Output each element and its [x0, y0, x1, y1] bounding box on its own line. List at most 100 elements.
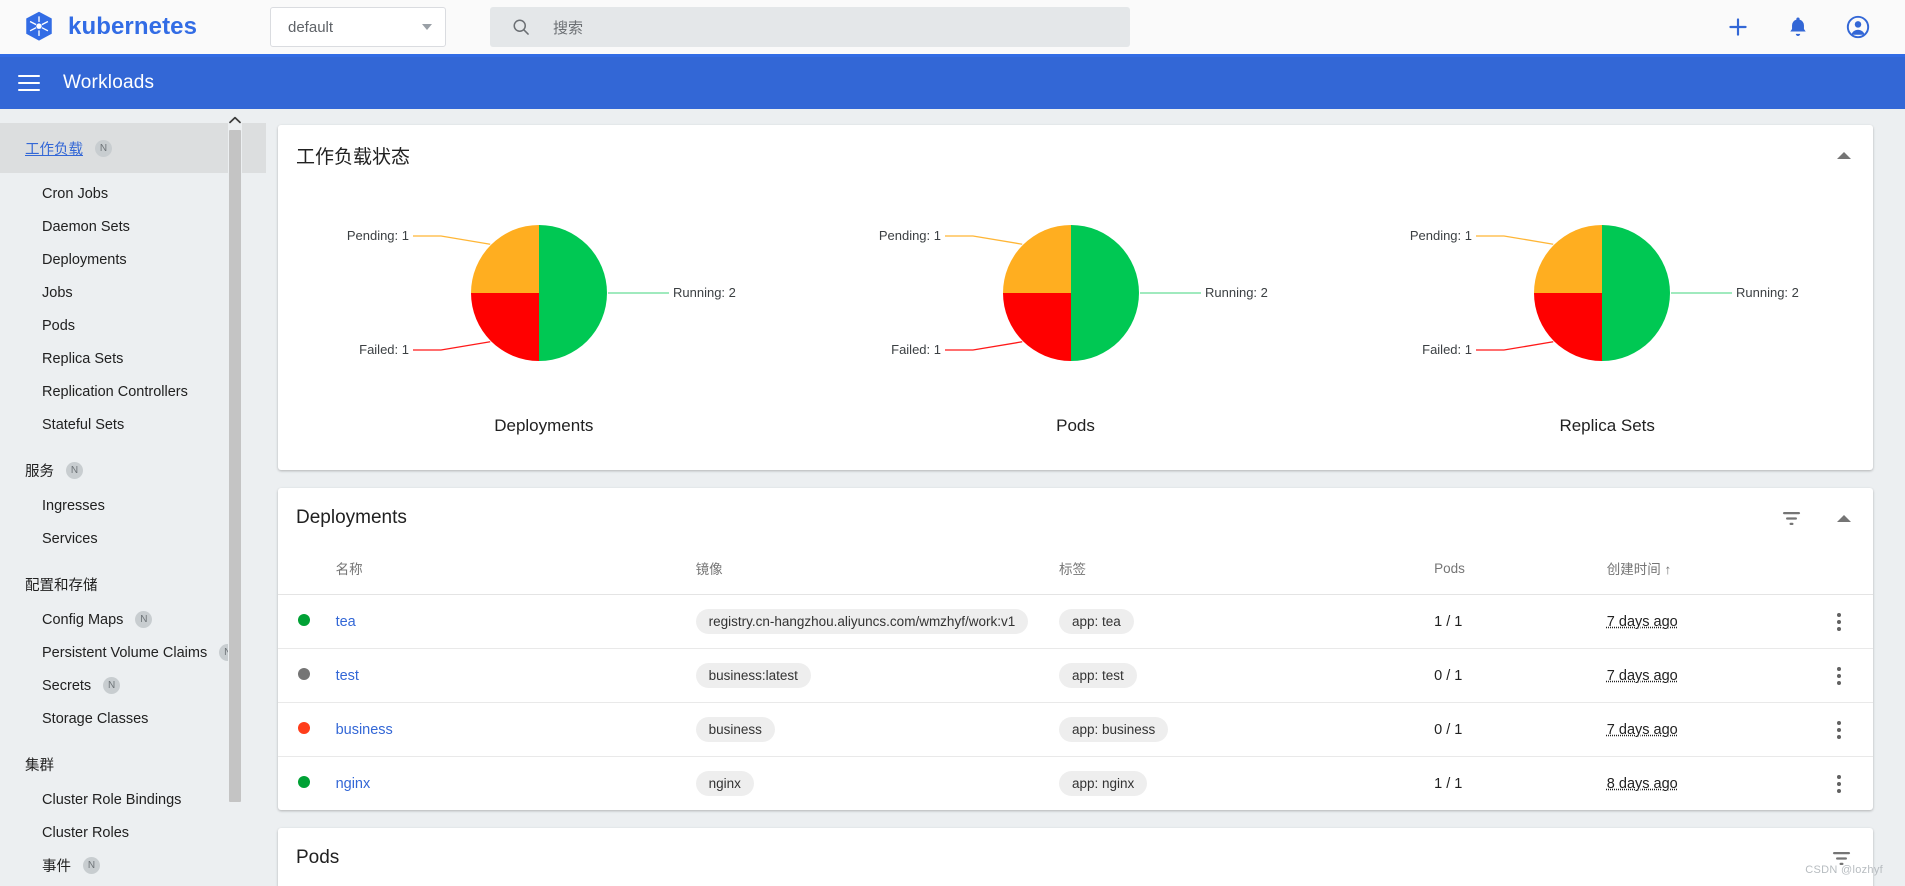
- sidebar-item-2[interactable]: Daemon Sets: [0, 210, 266, 243]
- pie-chart-title: Pods: [1056, 416, 1095, 435]
- hamburger-menu-icon[interactable]: [18, 75, 40, 91]
- brand-logo-area[interactable]: kubernetes: [0, 10, 255, 44]
- pie-slice-running[interactable]: [1070, 225, 1139, 361]
- deployment-name-link[interactable]: business: [336, 722, 393, 738]
- sidebar-item-4[interactable]: Jobs: [0, 276, 266, 309]
- pie-label-pending: Pending: 1: [878, 228, 940, 243]
- search-input[interactable]: 搜索: [553, 17, 583, 38]
- column-status: [278, 548, 336, 595]
- row-name-cell: tea: [335, 594, 696, 649]
- pie-slice-pending[interactable]: [1534, 225, 1603, 293]
- image-chip: business: [695, 717, 775, 742]
- row-overflow-menu-icon[interactable]: [1804, 720, 1873, 739]
- bell-icon[interactable]: [1785, 14, 1811, 40]
- sidebar-item-9[interactable]: 服务 N: [0, 451, 266, 489]
- sidebar-item-6[interactable]: Replica Sets: [0, 342, 266, 375]
- page-title: Workloads: [63, 72, 155, 93]
- deployment-name-link[interactable]: tea: [336, 614, 356, 630]
- row-labels-cell: app: test: [1059, 648, 1435, 703]
- filter-icon[interactable]: [1782, 511, 1801, 526]
- sidebar-scrollbar-thumb[interactable]: [229, 130, 241, 802]
- chevron-up-icon[interactable]: [1837, 514, 1851, 522]
- search-bar[interactable]: 搜索: [490, 7, 1130, 47]
- main-content: 工作负载状态 Running: 2 Pending: 1 Failed: 1 Depl…: [266, 109, 1905, 886]
- sidebar-item-11[interactable]: Services: [0, 522, 266, 555]
- sidebar-item-label: 服务: [25, 463, 54, 480]
- row-pods-cell: 1 / 1: [1434, 594, 1607, 649]
- sidebar-item-badge: N: [66, 461, 83, 479]
- table-row[interactable]: nginx nginx app: nginx 1 / 1 8 days ago: [278, 757, 1873, 811]
- pie-slice-failed[interactable]: [1534, 293, 1603, 361]
- sidebar-item-badge: N: [95, 139, 112, 157]
- chevron-up-icon[interactable]: [1837, 151, 1851, 159]
- column-image[interactable]: 镜像: [695, 548, 1059, 595]
- pie-slice-pending[interactable]: [470, 225, 539, 293]
- column-labels[interactable]: 标签: [1059, 548, 1435, 595]
- sidebar-item-0[interactable]: 工作负载 N: [0, 123, 266, 173]
- row-status-cell: [278, 648, 336, 703]
- row-overflow-menu-icon[interactable]: [1804, 666, 1873, 685]
- sidebar-item-13[interactable]: Config Maps N: [0, 603, 266, 636]
- sidebar-scroll-up-button[interactable]: [228, 113, 242, 127]
- table-row[interactable]: business business app: business 0 / 17 days…: [278, 702, 1873, 757]
- table-row[interactable]: tea registry.cn-hangzhou.aliyuncs.com/wmz…: [278, 594, 1873, 649]
- sidebar-item-3[interactable]: Deployments: [0, 243, 266, 276]
- row-actions-cell: [1804, 594, 1873, 649]
- pie-slice-running[interactable]: [538, 225, 607, 361]
- sidebar-item-label: Jobs: [42, 284, 73, 301]
- created-time-value: 7 days ago: [1606, 667, 1678, 684]
- filter-icon[interactable]: [1832, 851, 1851, 866]
- sidebar-item-1[interactable]: Cron Jobs: [0, 177, 266, 210]
- row-actions-cell: [1804, 757, 1873, 811]
- pie-svg: Running: 2 Pending: 1 Failed: 1: [1410, 225, 1799, 361]
- account-circle-icon[interactable]: [1845, 14, 1871, 40]
- sidebar-item-15[interactable]: Secrets N: [0, 669, 266, 702]
- sidebar-item-7[interactable]: Replication Controllers: [0, 375, 266, 408]
- chevron-down-icon: [422, 24, 432, 30]
- row-pods-cell: 1 / 1: [1434, 775, 1463, 792]
- row-overflow-menu-icon[interactable]: [1804, 774, 1873, 793]
- deployments-card-header: Deployments: [278, 488, 1873, 548]
- page-toolbar: Workloads: [0, 57, 1905, 109]
- sidebar-item-label: Cron Jobs: [42, 185, 109, 202]
- row-actions-cell: [1804, 702, 1873, 757]
- sidebar-item-8[interactable]: Stateful Sets: [0, 408, 266, 441]
- pie-callout-line: [1476, 341, 1554, 351]
- sidebar-item-19[interactable]: Cluster Roles: [0, 816, 266, 849]
- column-name[interactable]: 名称: [335, 548, 696, 595]
- pie-slice-pending[interactable]: [1002, 225, 1071, 293]
- deployment-name-link[interactable]: nginx: [336, 776, 371, 792]
- row-overflow-menu-icon[interactable]: [1804, 612, 1873, 631]
- plus-icon[interactable]: [1725, 14, 1751, 40]
- sidebar-item-label: Ingresses: [42, 497, 105, 514]
- row-labels-cell: app: nginx: [1059, 757, 1434, 811]
- workload-status-charts: Running: 2 Pending: 1 Failed: 1 Deployments…: [278, 185, 1873, 470]
- sidebar-item-12[interactable]: 配置和存储: [0, 565, 266, 603]
- deployments-table-body: tea registry.cn-hangzhou.aliyuncs.com/wmz…: [278, 594, 1873, 811]
- row-created-time-cell: 7 days ago: [1606, 594, 1805, 649]
- status-dot-icon: [298, 667, 310, 680]
- pie-chart-deployments: Running: 2 Pending: 1 Failed: 1 Deployments: [278, 193, 810, 436]
- row-status-cell: [278, 594, 336, 649]
- created-time-value: 7 days ago: [1606, 613, 1678, 630]
- table-header-row: 名称 镜像 标签 Pods 创建时间 ↑: [278, 548, 1873, 595]
- deployments-table: 名称 镜像 标签 Pods 创建时间 ↑ tea registry.cn-hang…: [278, 548, 1873, 810]
- sidebar-item-10[interactable]: Ingresses: [0, 489, 266, 522]
- column-pods[interactable]: Pods: [1434, 548, 1607, 595]
- pie-label-running: Running: 2: [1736, 285, 1799, 300]
- pie-slice-failed[interactable]: [1002, 293, 1071, 361]
- pie-label-running: Running: 2: [673, 285, 736, 300]
- sidebar-item-20[interactable]: 事件 N: [0, 849, 266, 882]
- column-created-time[interactable]: 创建时间 ↑: [1606, 548, 1805, 595]
- table-row[interactable]: test business:latest app: test 0 / 17 days …: [278, 648, 1873, 703]
- pie-slice-running[interactable]: [1602, 225, 1671, 361]
- pie-chart-title: Replica Sets: [1559, 416, 1655, 435]
- deployment-name-link[interactable]: test: [336, 668, 359, 684]
- sidebar-item-16[interactable]: Storage Classes: [0, 702, 266, 735]
- pie-slice-failed[interactable]: [470, 293, 539, 361]
- namespace-selector[interactable]: default: [270, 7, 446, 47]
- sidebar-item-17[interactable]: 集群: [0, 745, 266, 783]
- sidebar-item-5[interactable]: Pods: [0, 309, 266, 342]
- sidebar-item-18[interactable]: Cluster Role Bindings: [0, 783, 266, 816]
- sidebar-item-14[interactable]: Persistent Volume ClaimsN: [0, 636, 266, 669]
